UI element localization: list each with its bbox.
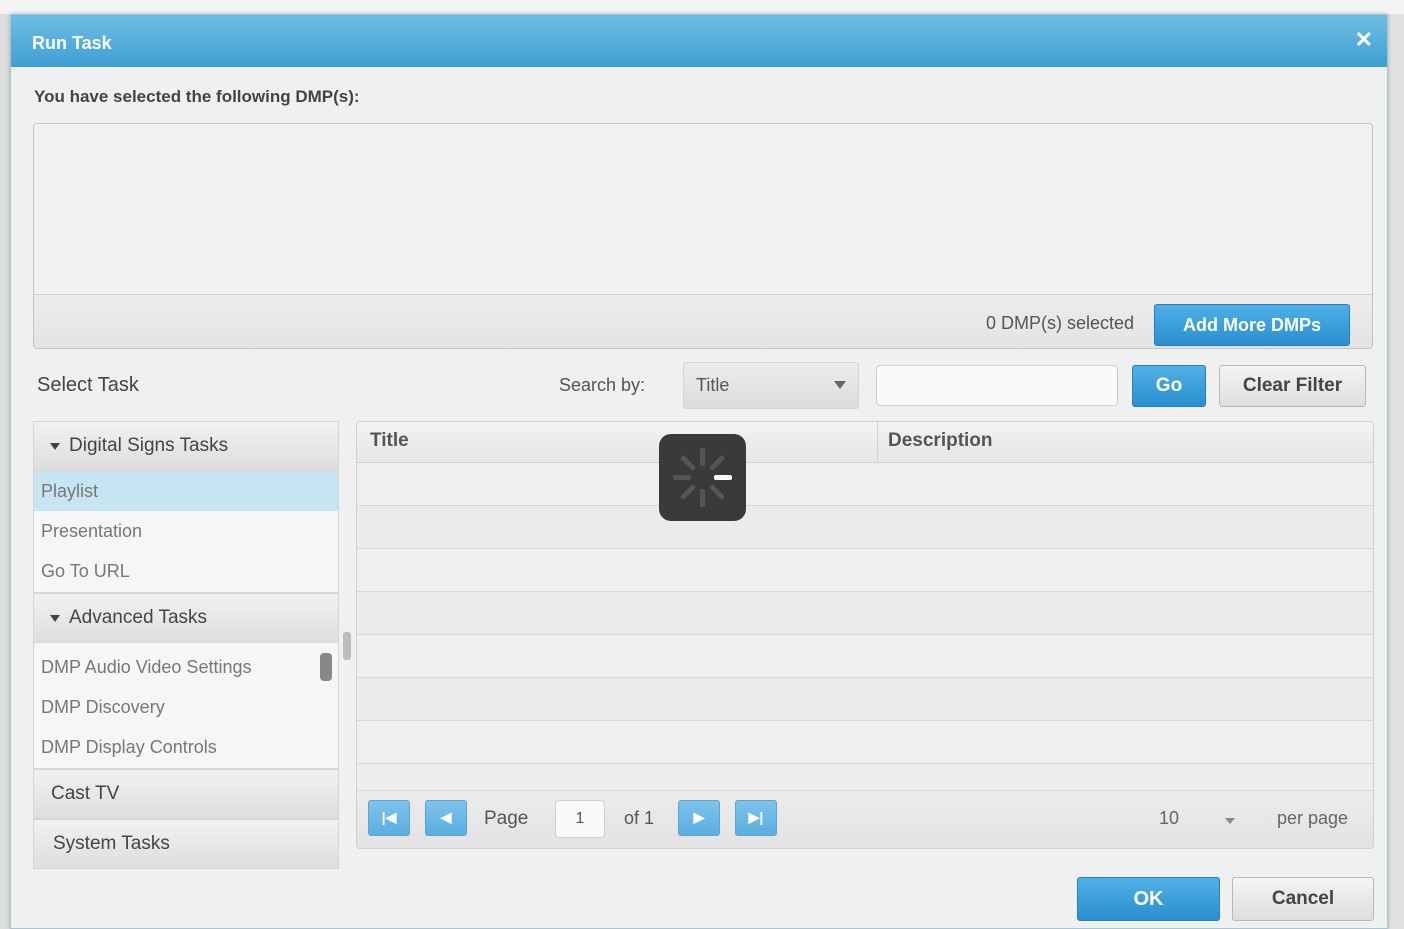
task-item-dmp-discovery[interactable]: DMP Discovery — [34, 687, 338, 727]
table-row — [357, 506, 1373, 549]
task-item-label: DMP Display Controls — [41, 737, 217, 757]
add-more-dmps-button[interactable]: Add More DMPs — [1154, 304, 1350, 346]
task-item-go-to-url[interactable]: Go To URL — [34, 551, 338, 591]
dialog-titlebar: Run Task ✕ — [11, 15, 1387, 67]
caret-down-icon — [834, 381, 846, 389]
ok-button[interactable]: OK — [1077, 877, 1220, 921]
page-number-input[interactable] — [555, 800, 605, 838]
spinner-ray — [679, 454, 697, 472]
table-row — [357, 678, 1373, 721]
page-of-label: of 1 — [624, 808, 655, 828]
first-page-icon: |◀ — [381, 809, 397, 825]
search-field-value: Title — [696, 375, 730, 395]
task-panel: Digital Signs Tasks Playlist Presentatio… — [33, 421, 339, 869]
selected-dmps-box: 0 DMP(s) selected Add More DMPs — [33, 123, 1373, 349]
column-header-title[interactable]: Title — [370, 430, 409, 452]
search-input[interactable] — [876, 365, 1118, 406]
next-page-button[interactable]: ▶ — [678, 800, 720, 836]
group-label: System Tasks — [53, 833, 170, 854]
task-item-label: DMP Audio Video Settings — [41, 657, 252, 677]
clear-filter-button[interactable]: Clear Filter — [1219, 365, 1366, 407]
prev-page-icon: ◀ — [440, 809, 452, 825]
per-page-label: per page — [1277, 808, 1349, 828]
task-item-label: Presentation — [41, 521, 143, 541]
dmp-count: 0 DMP(s) selected — [985, 313, 1134, 333]
expanded-triangle-icon — [50, 443, 60, 450]
column-header-description[interactable]: Description — [888, 430, 993, 452]
task-item-label: DMP Discovery — [41, 697, 165, 717]
column-separator — [877, 422, 878, 462]
scrollbar-thumb[interactable] — [320, 653, 332, 681]
caret-down-icon — [1225, 818, 1235, 824]
group-body-digital-signs: Playlist Presentation Go To URL — [33, 471, 339, 593]
selected-dmps-label: You have selected the following DMP(s): — [34, 87, 360, 106]
go-button[interactable]: Go — [1132, 365, 1206, 407]
spinner-ray — [708, 483, 726, 501]
tasks-grid: Title Description |◀ ◀ Page of 1 ▶ ▶| 10… — [356, 421, 1374, 849]
loading-spinner-icon — [659, 434, 746, 521]
selected-dmps-footer: 0 DMP(s) selected Add More DMPs — [34, 295, 1372, 348]
dialog-title: Run Task — [32, 33, 112, 53]
search-field-select[interactable]: Title — [683, 362, 859, 409]
group-label: Digital Signs Tasks — [69, 435, 229, 456]
pager: |◀ ◀ Page of 1 ▶ ▶| 10 per page — [357, 790, 1373, 848]
task-item-audio-video-settings[interactable]: DMP Audio Video Settings — [34, 647, 338, 687]
table-row — [357, 635, 1373, 678]
group-header-cast-tv[interactable]: Cast TV — [33, 769, 339, 819]
task-item-presentation[interactable]: Presentation — [34, 511, 338, 551]
spinner-ray — [700, 448, 705, 466]
spinner-ray — [700, 489, 705, 507]
cancel-button[interactable]: Cancel — [1232, 877, 1374, 921]
table-row — [357, 549, 1373, 592]
selected-dmps-list — [34, 124, 1372, 295]
task-item-display-controls[interactable]: DMP Display Controls — [34, 727, 338, 767]
table-row — [357, 463, 1373, 506]
select-task-label: Select Task — [37, 374, 139, 396]
per-page-select[interactable]: 10 — [1147, 800, 1245, 838]
next-page-icon: ▶ — [693, 809, 705, 825]
table-row — [357, 592, 1373, 635]
spinner-ray — [679, 483, 697, 501]
task-item-playlist[interactable]: Playlist — [34, 471, 338, 511]
search-by-label: Search by: — [559, 375, 646, 395]
splitter-handle[interactable] — [343, 632, 351, 660]
background-left — [0, 14, 10, 929]
group-label: Advanced Tasks — [69, 607, 208, 628]
table-row — [357, 721, 1373, 764]
expanded-triangle-icon — [50, 615, 60, 622]
group-label: Cast TV — [51, 783, 120, 804]
last-page-button[interactable]: ▶| — [735, 800, 777, 836]
spinner-ray — [708, 454, 726, 472]
per-page-value: 10 — [1159, 808, 1180, 828]
spinner-ray — [714, 475, 732, 480]
group-header-digital-signs[interactable]: Digital Signs Tasks — [33, 421, 339, 471]
group-header-system-tasks[interactable]: System Tasks — [33, 819, 339, 869]
grid-header: Title Description — [357, 422, 1373, 463]
close-icon[interactable]: ✕ — [1355, 29, 1373, 51]
task-item-label: Playlist — [41, 481, 99, 501]
task-item-label: Go To URL — [41, 561, 130, 581]
page-label: Page — [484, 808, 529, 829]
prev-page-button[interactable]: ◀ — [425, 800, 467, 836]
background-right — [1388, 14, 1404, 929]
group-body-advanced: DMP Audio Video Settings DMP Discovery D… — [33, 643, 339, 769]
spinner-ray — [673, 475, 691, 480]
group-header-advanced[interactable]: Advanced Tasks — [33, 593, 339, 643]
background-strip — [0, 0, 1404, 14]
last-page-icon: ▶| — [748, 809, 764, 825]
first-page-button[interactable]: |◀ — [368, 800, 410, 836]
